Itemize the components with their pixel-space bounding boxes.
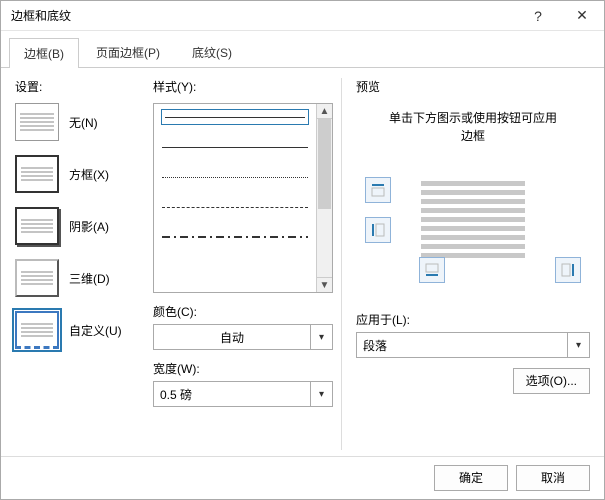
chevron-down-icon[interactable]: ▾	[310, 325, 332, 349]
apply-to-value: 段落	[357, 337, 567, 354]
close-button[interactable]: ✕	[560, 1, 604, 31]
style-label: 样式(Y):	[153, 78, 333, 95]
width-combo[interactable]: 0.5 磅 ▾	[153, 381, 333, 407]
style-row-solid[interactable]	[162, 110, 308, 124]
color-label: 颜色(C):	[153, 303, 333, 320]
preview-hint-line1: 单击下方图示或使用按钮可应用	[389, 111, 557, 125]
preview-area	[363, 175, 583, 285]
setting-custom-icon	[15, 311, 59, 349]
help-button[interactable]: ?	[516, 1, 560, 31]
dialog-window: 边框和底纹 ? ✕ 边框(B) 页面边框(P) 底纹(S) 设置: 无(N) 方…	[0, 0, 605, 500]
setting-box-label: 方框(X)	[69, 166, 109, 183]
scroll-track[interactable]	[317, 118, 332, 278]
color-value: 自动	[154, 329, 310, 346]
cancel-button[interactable]: 取消	[516, 465, 590, 491]
ok-button[interactable]: 确定	[434, 465, 508, 491]
border-left-button[interactable]	[365, 217, 391, 243]
setting-none-icon	[15, 103, 59, 141]
style-row-dashed[interactable]	[162, 200, 308, 214]
apply-to-combo[interactable]: 段落 ▾	[356, 332, 590, 358]
style-row-dashdot[interactable]	[162, 230, 308, 244]
border-bottom-button[interactable]	[419, 257, 445, 283]
preview-column: 预览 单击下方图示或使用按钮可应用 边框	[341, 78, 590, 450]
setting-none-label: 无(N)	[69, 114, 98, 131]
tab-page-border[interactable]: 页面边框(P)	[81, 37, 175, 67]
style-row-dotted[interactable]	[162, 170, 308, 184]
options-button[interactable]: 选项(O)...	[513, 368, 590, 394]
border-right-button[interactable]	[555, 257, 581, 283]
scroll-thumb[interactable]	[318, 119, 331, 209]
setting-shadow-icon	[15, 207, 59, 245]
setting-shadow[interactable]: 阴影(A)	[15, 207, 145, 245]
dialog-body: 设置: 无(N) 方框(X) 阴影(A)	[1, 68, 604, 456]
apply-to-label: 应用于(L):	[356, 311, 590, 328]
setting-none[interactable]: 无(N)	[15, 103, 145, 141]
setting-shadow-label: 阴影(A)	[69, 218, 109, 235]
tab-strip: 边框(B) 页面边框(P) 底纹(S)	[1, 31, 604, 68]
setting-custom-label: 自定义(U)	[69, 322, 122, 339]
style-row-thin[interactable]	[162, 140, 308, 154]
setting-box[interactable]: 方框(X)	[15, 155, 145, 193]
settings-column: 设置: 无(N) 方框(X) 阴影(A)	[15, 78, 145, 450]
options-row: 选项(O)...	[356, 368, 590, 394]
dialog-footer: 确定 取消	[1, 456, 604, 499]
settings-label: 设置:	[15, 78, 145, 95]
setting-box-icon	[15, 155, 59, 193]
window-title: 边框和底纹	[11, 7, 516, 24]
style-list-inner	[154, 104, 316, 292]
preview-label: 预览	[356, 78, 590, 95]
border-top-button[interactable]	[365, 177, 391, 203]
titlebar: 边框和底纹 ? ✕	[1, 1, 604, 31]
width-value: 0.5 磅	[154, 386, 310, 403]
scroll-down-icon[interactable]: ▼	[320, 278, 330, 292]
setting-custom[interactable]: 自定义(U)	[15, 311, 145, 349]
chevron-down-icon[interactable]: ▾	[567, 333, 589, 357]
apply-to-row: 应用于(L): 段落 ▾	[356, 311, 590, 358]
tab-shading[interactable]: 底纹(S)	[177, 37, 247, 67]
chevron-down-icon[interactable]: ▾	[310, 382, 332, 406]
style-column: 样式(Y): ▲ ▼ 颜色(C): 自动 ▾	[153, 78, 333, 450]
tab-border[interactable]: 边框(B)	[9, 38, 79, 68]
width-label: 宽度(W):	[153, 360, 333, 377]
preview-hint-line2: 边框	[461, 129, 485, 143]
style-listbox[interactable]: ▲ ▼	[153, 103, 333, 293]
style-scrollbar[interactable]: ▲ ▼	[316, 104, 332, 292]
setting-3d-label: 三维(D)	[69, 270, 110, 287]
setting-3d[interactable]: 三维(D)	[15, 259, 145, 297]
color-combo[interactable]: 自动 ▾	[153, 324, 333, 350]
setting-3d-icon	[15, 259, 59, 297]
preview-hint: 单击下方图示或使用按钮可应用 边框	[356, 109, 590, 145]
scroll-up-icon[interactable]: ▲	[320, 104, 330, 118]
